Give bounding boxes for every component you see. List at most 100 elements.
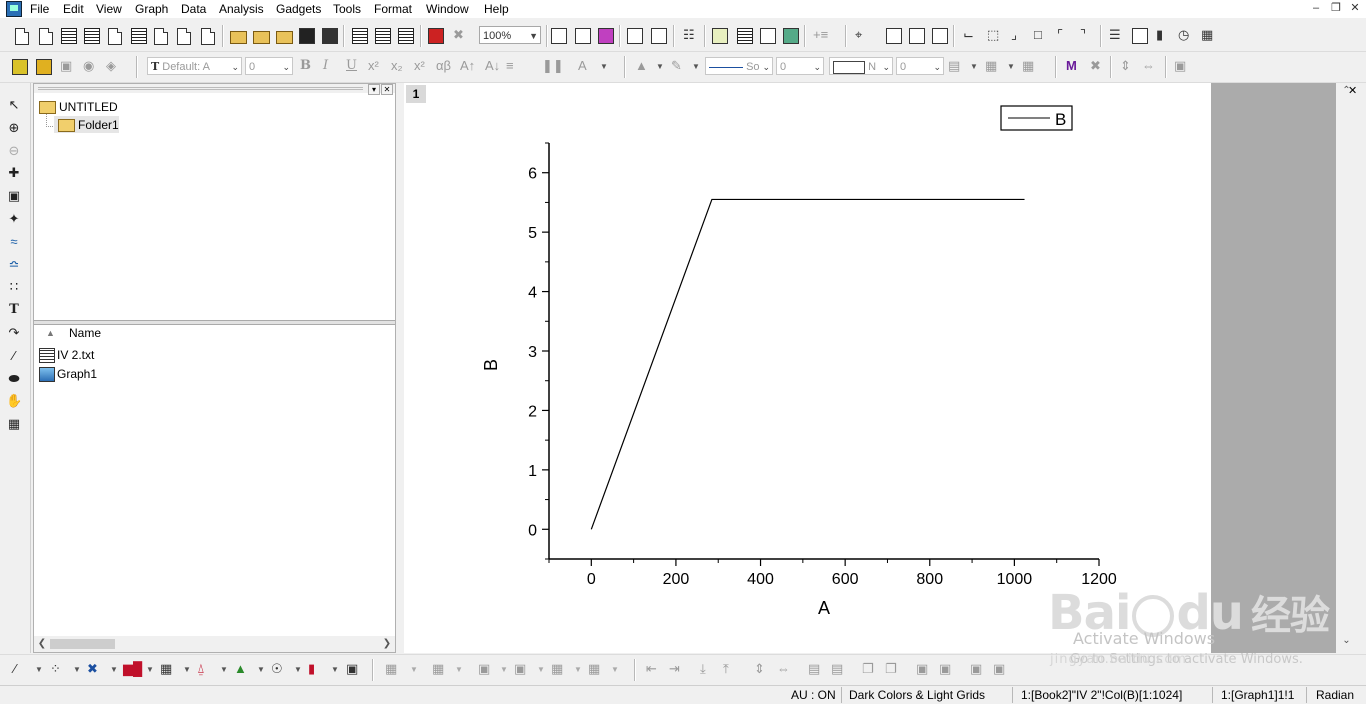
list-icon[interactable]: ☰ — [1109, 26, 1121, 44]
pan-hand-icon[interactable]: ✋ — [6, 393, 22, 409]
open-template-icon[interactable] — [253, 31, 270, 44]
data-reader-icon[interactable] — [1132, 28, 1148, 44]
sort-asc-icon[interactable]: ▲ — [46, 328, 55, 338]
text-tool-icon[interactable]: T — [6, 302, 22, 318]
panel-splitter[interactable] — [34, 320, 395, 325]
table-icon[interactable]: ▦ — [1201, 26, 1213, 44]
import-multiple-icon[interactable] — [398, 28, 414, 44]
theme-status[interactable]: Dark Colors & Light Grids — [849, 688, 985, 702]
scroll-left-icon[interactable]: ❮ — [34, 636, 50, 652]
close-icon[interactable]: ✕ — [1347, 1, 1363, 16]
date-time-icon[interactable]: ◷ — [1178, 26, 1189, 44]
horizontal-scrollbar[interactable]: ❮ ❯ — [34, 636, 395, 652]
menu-data[interactable]: Data — [181, 1, 206, 17]
column-plot-icon[interactable]: ▆█ — [123, 660, 142, 678]
scatter-plot-icon[interactable]: ⁘ — [50, 660, 61, 678]
workspace-close-icon[interactable]: ✕ — [1348, 84, 1357, 97]
code-builder-icon[interactable] — [627, 28, 643, 44]
graph-page[interactable]: 1 0 200 400 600 800 1000 1200 0 1 2 3 4 5 6 B A B — [404, 83, 1211, 653]
axes-box-icon[interactable]: ⬚ — [987, 26, 999, 44]
slideshow-icon[interactable] — [575, 28, 591, 44]
minimize-icon[interactable]: – — [1308, 1, 1324, 16]
region-tool-icon[interactable]: ⬬ — [6, 371, 22, 387]
area-plot-icon[interactable]: ▲ — [234, 660, 247, 678]
arrange-layers-icon[interactable] — [932, 28, 948, 44]
y-axis-title[interactable]: B — [481, 359, 501, 371]
scroll-right-icon[interactable]: ❯ — [379, 636, 395, 652]
line-style-combo[interactable]: So ⌄ — [705, 57, 773, 75]
menu-edit[interactable]: Edit — [63, 1, 84, 17]
file-item-iv2[interactable]: IV 2.txt — [57, 348, 94, 362]
panel-close-icon[interactable]: ✕ — [381, 84, 393, 95]
fill-pattern-combo[interactable]: N ⌄ — [829, 57, 893, 75]
panel-menu-icon[interactable]: ▾ — [368, 84, 380, 95]
merge-icon[interactable]: M — [1066, 57, 1077, 75]
template-library-icon[interactable]: ▣ — [346, 660, 358, 678]
new-matrix-icon[interactable] — [131, 28, 147, 44]
data-reader-tool-icon[interactable]: ✦ — [6, 211, 22, 227]
draw-data-icon[interactable]: ∷ — [6, 279, 22, 295]
vertical-bar-icon[interactable]: ▮ — [1156, 26, 1163, 44]
line-plot-icon[interactable]: ∕ — [14, 660, 16, 678]
scroll-thumb[interactable] — [50, 639, 115, 649]
vertical-scrollbar[interactable]: ⌃ ⌄ — [1338, 83, 1355, 653]
save-template-icon[interactable] — [322, 28, 338, 44]
new-notes-icon[interactable] — [201, 28, 215, 45]
data-highlighter-icon[interactable]: ≈ — [6, 234, 22, 250]
new-function-icon[interactable] — [154, 28, 168, 45]
line-tool-icon[interactable]: ∕ — [6, 348, 22, 364]
font-size-combo[interactable]: 0 ⌄ — [245, 57, 293, 75]
x-axis-title[interactable]: A — [818, 598, 830, 618]
pointer-icon[interactable]: ↖ — [6, 97, 22, 113]
axes-br-icon[interactable]: ⌟ — [1011, 26, 1017, 44]
edit-icon[interactable] — [12, 59, 28, 75]
smart-hint-icon[interactable] — [760, 28, 776, 44]
copy-page-icon[interactable] — [598, 28, 614, 44]
panel-grip[interactable] — [34, 84, 395, 93]
series-line-B[interactable] — [590, 198, 1025, 530]
menu-graph[interactable]: Graph — [135, 1, 168, 17]
project-explorer-icon[interactable]: ☷ — [683, 26, 695, 44]
axes-tl-icon[interactable]: ⌜ — [1057, 26, 1063, 44]
line-width-combo[interactable]: 0 ⌄ — [776, 57, 824, 75]
screen-reader-icon[interactable]: ✚ — [6, 165, 22, 181]
results-log-icon[interactable] — [712, 28, 728, 44]
tree-root[interactable]: UNTITLED — [59, 100, 118, 114]
open-excel-icon[interactable] — [276, 31, 293, 44]
data-selector-icon[interactable]: ▣ — [6, 188, 22, 204]
file-item-graph1[interactable]: Graph1 — [57, 367, 97, 381]
menu-tools[interactable]: Tools — [333, 1, 361, 17]
font-combo[interactable]: T Default: A ⌄ — [147, 57, 242, 75]
menu-format[interactable]: Format — [374, 1, 412, 17]
new-excel-icon[interactable] — [84, 28, 100, 44]
pattern-width-combo[interactable]: 0 ⌄ — [896, 57, 944, 75]
mask-icon[interactable]: ≏ — [6, 257, 22, 273]
menu-window[interactable]: Window — [426, 1, 469, 17]
merge-graphs-icon[interactable] — [909, 28, 925, 44]
new-layout-icon[interactable] — [177, 28, 191, 45]
tree-folder1[interactable]: Folder1 — [78, 118, 119, 132]
import-ascii-icon[interactable] — [375, 28, 391, 44]
menu-help[interactable]: Help — [484, 1, 509, 17]
restore-icon[interactable]: ❐ — [1328, 1, 1344, 16]
recalculate-icon[interactable] — [428, 28, 444, 44]
app-icon[interactable] — [6, 1, 22, 17]
contour-plot-icon[interactable]: ☉ — [271, 660, 283, 678]
new-graph-icon[interactable] — [108, 28, 122, 45]
print-icon[interactable] — [551, 28, 567, 44]
apps-icon[interactable] — [783, 28, 799, 44]
folder-edit-icon[interactable] — [36, 59, 52, 75]
arrow-tool-icon[interactable]: ↷ — [6, 325, 22, 341]
zoom-combo[interactable]: 100% ▼ — [479, 26, 541, 44]
axes-bl-icon[interactable]: ⌙ — [963, 26, 974, 44]
rescale-icon[interactable]: ⌖ — [855, 26, 862, 44]
messages-log-icon[interactable] — [737, 28, 753, 44]
stock-plot-icon[interactable]: ▮ — [308, 660, 315, 678]
axes-frame-icon[interactable]: □ — [1034, 26, 1042, 44]
zoom-in-icon[interactable]: ⊕ — [6, 120, 22, 136]
autoupdate-status[interactable]: AU : ON — [791, 688, 836, 702]
angle-unit-status[interactable]: Radian — [1316, 688, 1354, 702]
axes-tr-icon[interactable]: ⌝ — [1080, 26, 1086, 44]
menu-analysis[interactable]: Analysis — [219, 1, 264, 17]
open-icon[interactable] — [230, 31, 247, 44]
